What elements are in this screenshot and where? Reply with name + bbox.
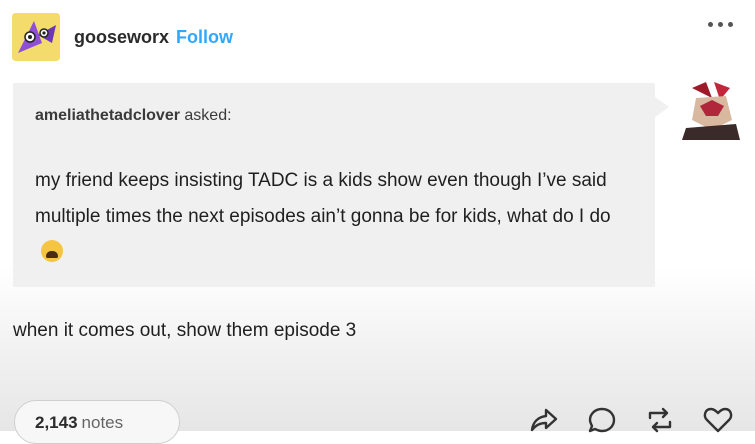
crying-face-emoji <box>41 240 63 262</box>
ask-question-text: my friend keeps insisting TADC is a kids… <box>35 170 611 227</box>
asked-label: asked: <box>184 107 232 124</box>
notes-button[interactable]: 2,143 notes <box>14 400 180 444</box>
asker-avatar[interactable] <box>682 80 740 140</box>
reply-icon[interactable] <box>586 404 618 436</box>
post-actions <box>528 404 734 436</box>
asker-name[interactable]: ameliathetadclover <box>35 107 180 124</box>
ask-question: my friend keeps insisting TADC is a kids… <box>35 163 635 271</box>
share-icon[interactable] <box>528 404 560 436</box>
heart-icon[interactable] <box>702 404 734 436</box>
reblog-icon[interactable] <box>644 404 676 436</box>
post-header: gooseworx Follow <box>12 12 233 62</box>
blog-name[interactable]: gooseworx <box>74 27 169 48</box>
asker-line: ameliathetadclover asked: <box>35 107 232 125</box>
notes-label: notes <box>81 413 124 432</box>
blog-avatar[interactable] <box>12 13 60 61</box>
follow-button[interactable]: Follow <box>176 27 233 48</box>
answer-text: when it comes out, show them episode 3 <box>13 320 357 341</box>
notes-count: 2,143 <box>35 413 78 432</box>
ask-box: ameliathetadclover asked: my friend keep… <box>13 83 669 287</box>
more-horizontal-icon[interactable] <box>708 22 733 27</box>
